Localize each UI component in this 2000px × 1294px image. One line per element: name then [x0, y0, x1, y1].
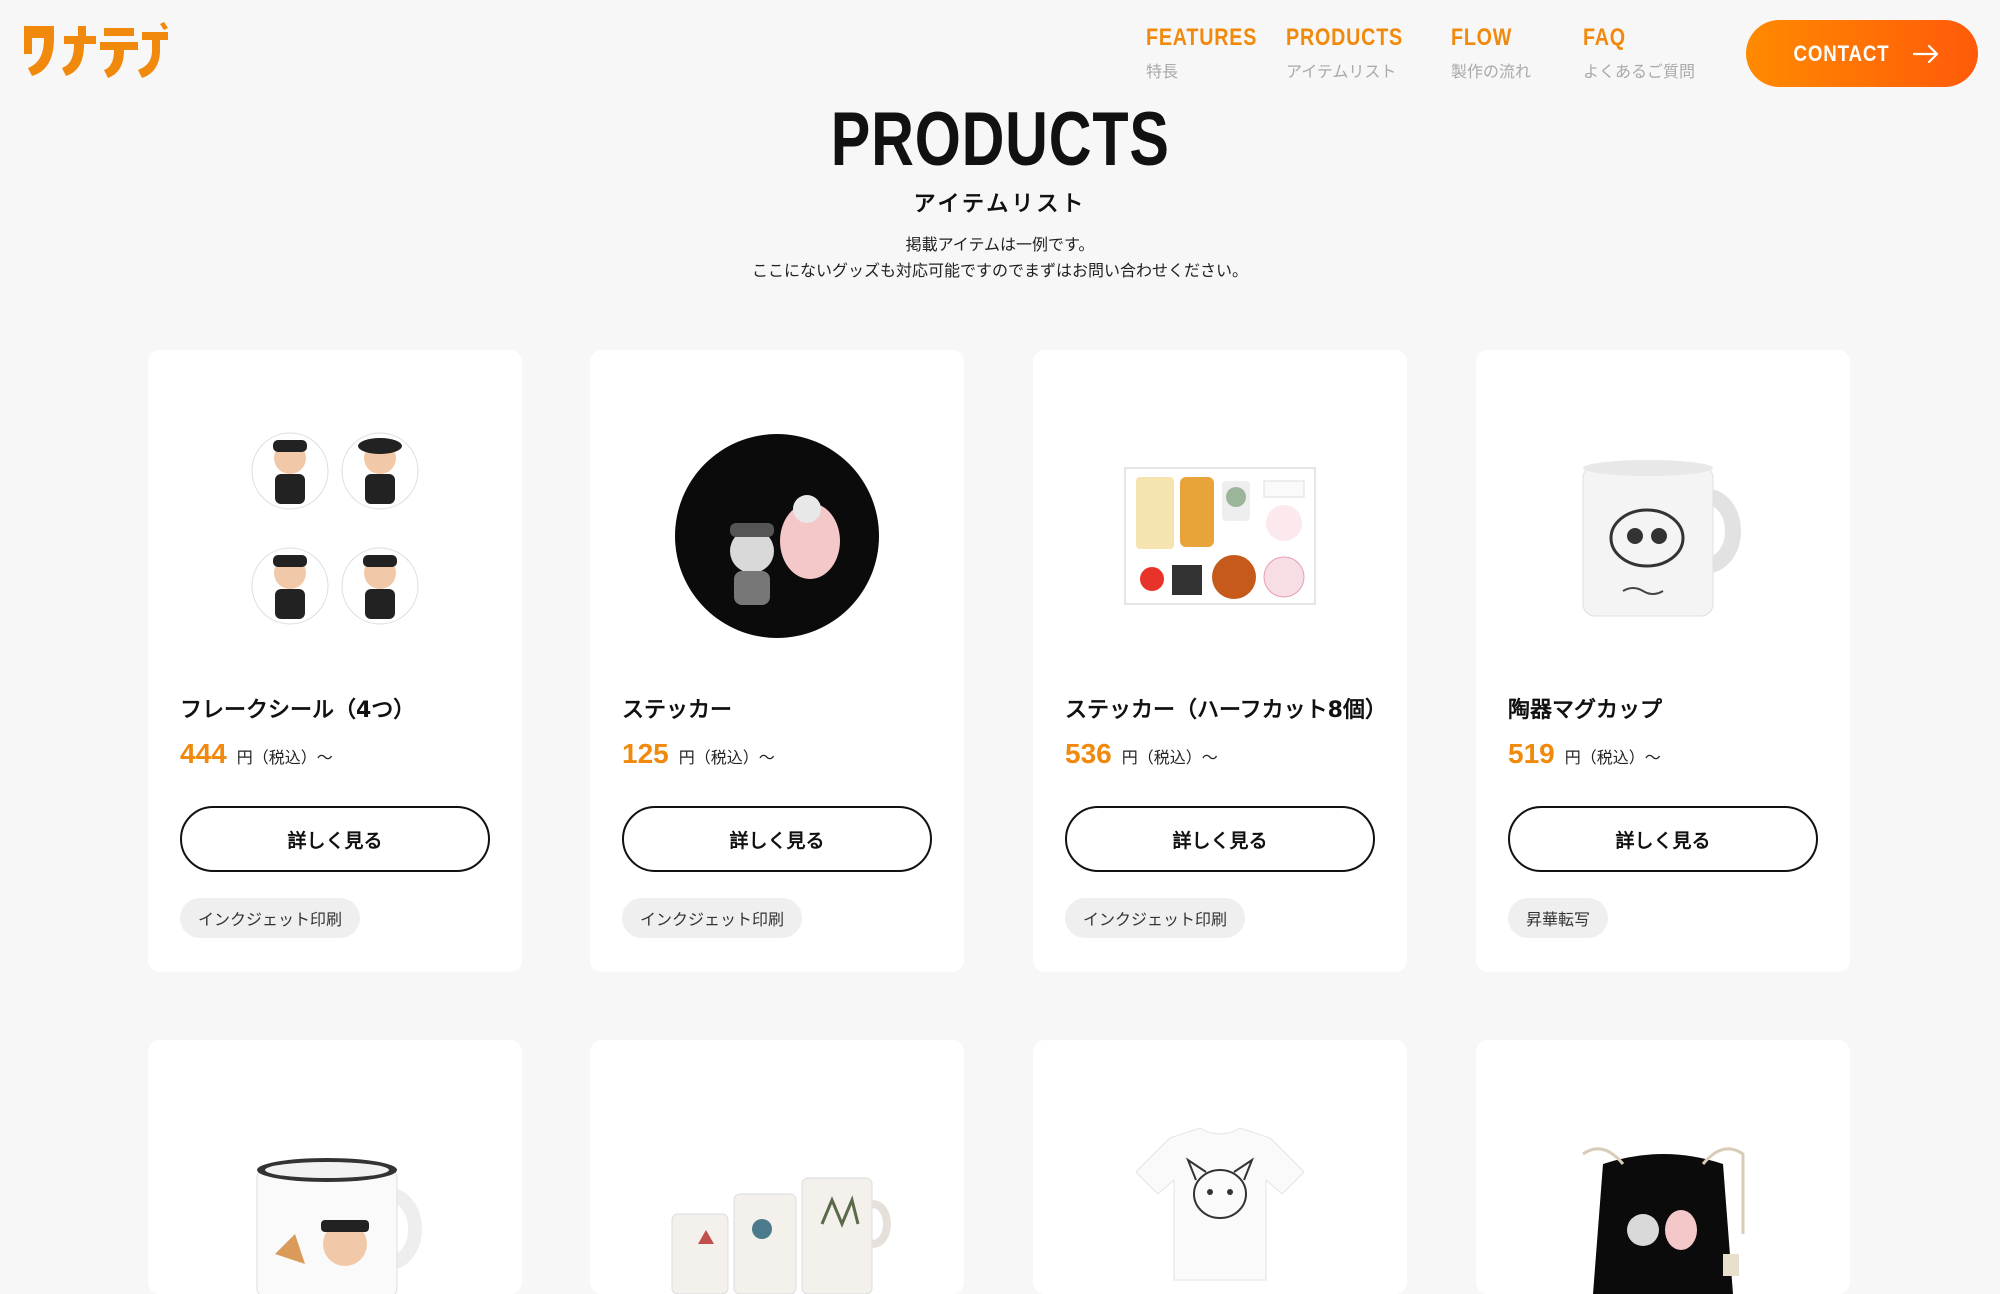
- details-button[interactable]: 詳しく見る: [1508, 806, 1818, 872]
- nav-features[interactable]: FEATURES 特長: [1146, 24, 1282, 82]
- description-line-2: ここにないグッズも対応可能ですのでまずはお問い合わせください。: [751, 261, 1248, 280]
- product-price: 444 円（税込）〜: [180, 738, 333, 770]
- price-value: 519: [1508, 738, 1555, 769]
- print-method-tag: 昇華転写: [1508, 898, 1609, 938]
- price-value: 444: [180, 738, 227, 769]
- tshirt-image: [1033, 1040, 1407, 1294]
- product-card: フレークシール（4つ） 444 円（税込）〜 詳しく見る インクジェット印刷: [148, 350, 522, 972]
- price-unit: 円（税込）〜: [678, 748, 775, 767]
- drawstring-bag-image: [1476, 1040, 1850, 1294]
- nav-faq[interactable]: FAQ よくあるご質問: [1583, 24, 1695, 82]
- nav-products-sublabel: アイテムリスト: [1286, 62, 1397, 81]
- details-button[interactable]: 詳しく見る: [180, 806, 490, 872]
- nav-flow-label: FLOW: [1451, 24, 1513, 51]
- page-title: PRODUCTS: [830, 97, 1170, 182]
- details-button[interactable]: 詳しく見る: [1065, 806, 1375, 872]
- product-card: [1033, 1040, 1407, 1294]
- contact-button-label: CONTACT: [1793, 40, 1889, 66]
- nav-flow[interactable]: FLOW 製作の流れ: [1451, 24, 1531, 82]
- page-description: 掲載アイテムは一例です。 ここにないグッズも対応可能ですのでまずはお問い合わせく…: [0, 232, 2000, 284]
- description-line-1: 掲載アイテムは一例です。: [905, 235, 1095, 254]
- product-name: ステッカー（ハーフカット8個）: [1065, 698, 1387, 723]
- nav-products-label: PRODUCTS: [1286, 24, 1403, 51]
- nav-flow-sublabel: 製作の流れ: [1451, 62, 1532, 81]
- print-method-tag: インクジェット印刷: [1065, 898, 1246, 938]
- round-sticker-image: [590, 350, 964, 722]
- nav-faq-sublabel: よくあるご質問: [1583, 62, 1696, 81]
- contact-button[interactable]: CONTACT: [1746, 20, 1978, 87]
- product-price: 125 円（税込）〜: [622, 738, 775, 770]
- price-unit: 円（税込）〜: [236, 748, 333, 767]
- product-card: [148, 1040, 522, 1294]
- enamel-mug-image: [148, 1040, 522, 1294]
- product-card: 陶器マグカップ 519 円（税込）〜 詳しく見る 昇華転写: [1476, 350, 1850, 972]
- product-name: フレークシール（4つ）: [180, 698, 416, 723]
- price-value: 536: [1065, 738, 1112, 769]
- product-price: 536 円（税込）〜: [1065, 738, 1218, 770]
- product-card: [590, 1040, 964, 1294]
- price-unit: 円（税込）〜: [1121, 748, 1218, 767]
- details-button[interactable]: 詳しく見る: [622, 806, 932, 872]
- nav-features-sublabel: 特長: [1146, 62, 1179, 81]
- price-value: 125: [622, 738, 669, 769]
- ceramic-mug-image: [1476, 350, 1850, 722]
- arrow-right-icon: [1913, 44, 1939, 63]
- product-card: ステッカー（ハーフカット8個） 536 円（税込）〜 詳しく見る インクジェット…: [1033, 350, 1407, 972]
- flake-sticker-image: [148, 350, 522, 722]
- halfcut-sticker-sheet-image: [1033, 350, 1407, 722]
- product-name: 陶器マグカップ: [1508, 698, 1663, 723]
- price-unit: 円（税込）〜: [1564, 748, 1661, 767]
- product-price: 519 円（税込）〜: [1508, 738, 1661, 770]
- page-subtitle: アイテムリスト: [913, 192, 1087, 217]
- nav-features-label: FEATURES: [1146, 24, 1258, 51]
- mug-set-image: [590, 1040, 964, 1294]
- nav-faq-label: FAQ: [1583, 24, 1626, 51]
- print-method-tag: インクジェット印刷: [622, 898, 803, 938]
- nav-products[interactable]: PRODUCTS アイテムリスト: [1286, 24, 1429, 82]
- product-name: ステッカー: [622, 698, 733, 723]
- print-method-tag: インクジェット印刷: [180, 898, 361, 938]
- wanatede-logo[interactable]: [20, 22, 170, 82]
- product-card: ステッカー 125 円（税込）〜 詳しく見る インクジェット印刷: [590, 350, 964, 972]
- product-card: [1476, 1040, 1850, 1294]
